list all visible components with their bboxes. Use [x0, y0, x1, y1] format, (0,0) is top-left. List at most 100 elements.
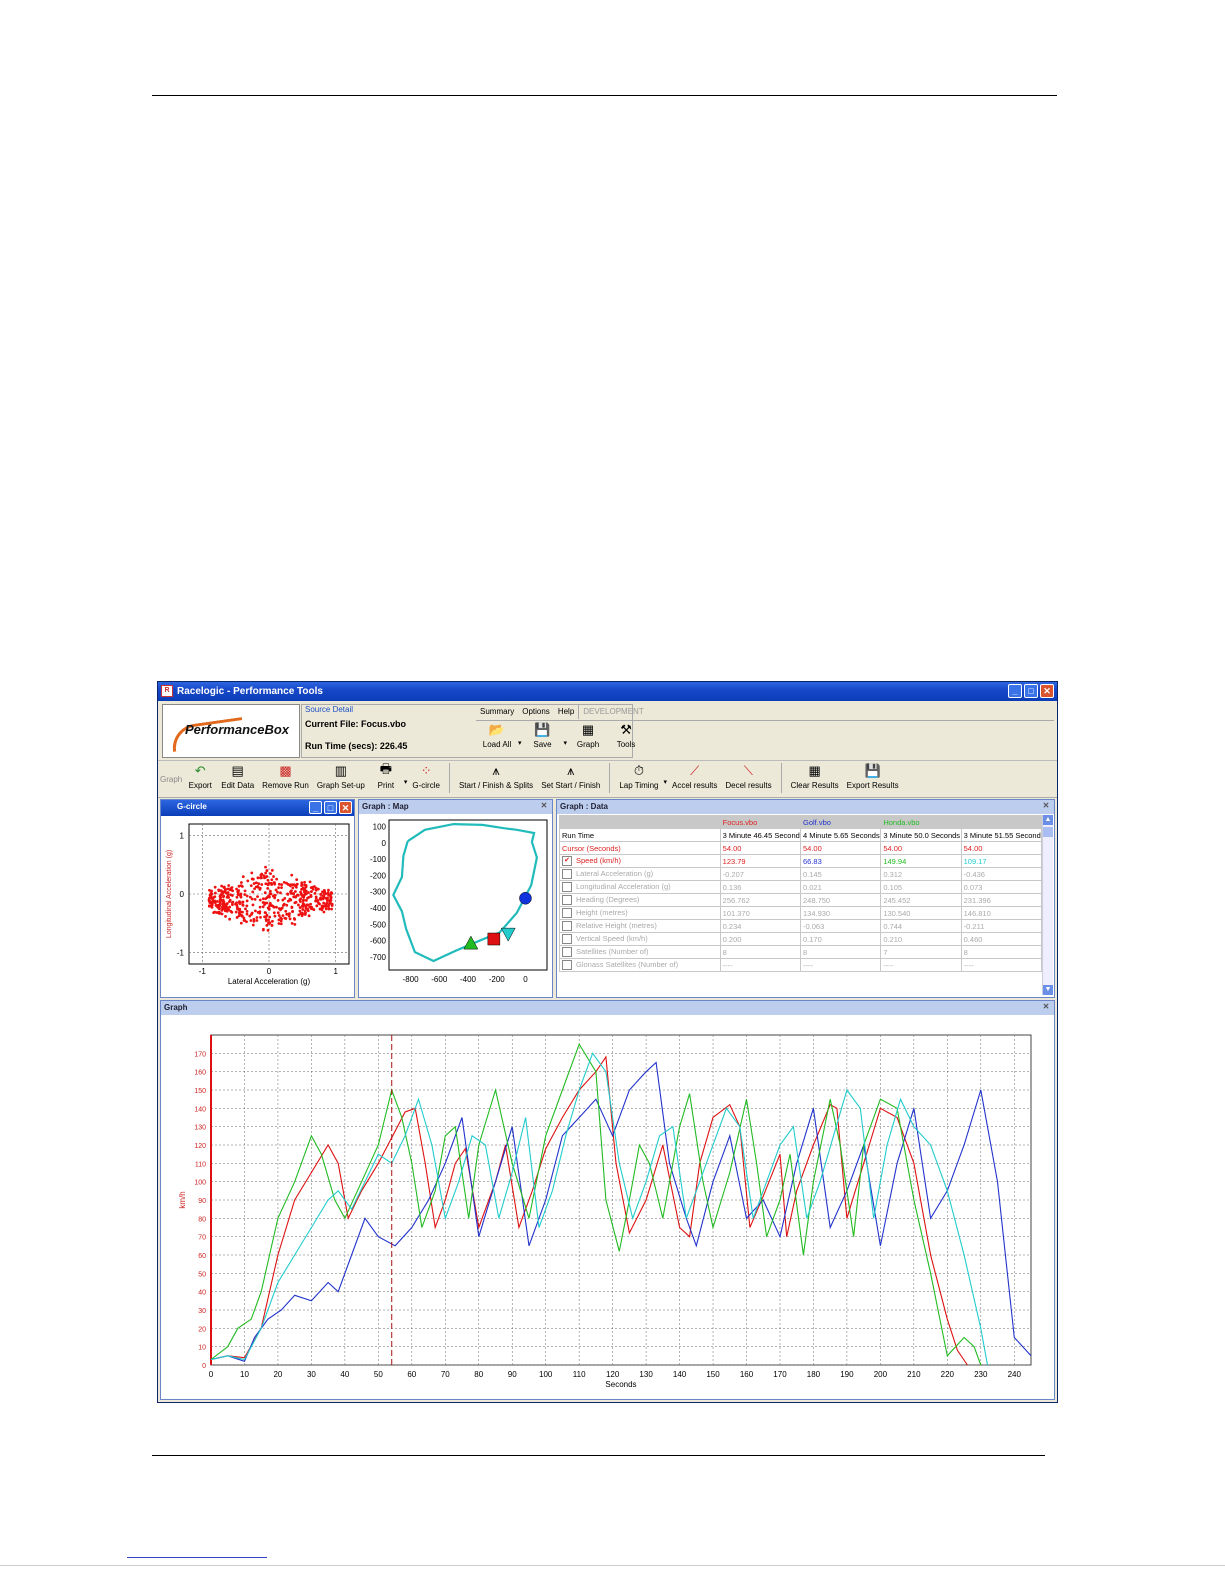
row-label[interactable]: Lateral Acceleration (g)	[559, 867, 721, 881]
data-point	[263, 903, 267, 906]
export-results-button[interactable]: 💾 Export Results	[844, 763, 902, 790]
data-point	[279, 922, 283, 926]
row-label[interactable]: Height (metres)	[559, 906, 721, 920]
close-button[interactable]: ✕	[1040, 684, 1054, 698]
row-checkbox[interactable]	[562, 895, 572, 905]
print-dropdown-icon[interactable]: ▾	[404, 778, 408, 786]
row-checkbox[interactable]: ✔	[562, 856, 572, 866]
data-point	[267, 894, 270, 898]
g-circle-close-button[interactable]: ✕	[339, 801, 352, 814]
y-tick-label: 170	[194, 1051, 206, 1058]
data-point	[221, 907, 224, 911]
row-label[interactable]: Satellites (Number of)	[559, 945, 721, 959]
save-button[interactable]: 💾 Save	[526, 722, 560, 756]
row-label-text: Vertical Speed (km/h)	[576, 933, 648, 943]
scroll-down-icon[interactable]: ▼	[1043, 985, 1053, 995]
data-point	[264, 865, 267, 869]
g-circle-maximize-button[interactable]: □	[324, 801, 337, 814]
x-tick-label: 1	[333, 967, 338, 976]
table-cell: 109.17	[960, 854, 1042, 868]
data-scrollbar[interactable]: ▲ ▼	[1042, 815, 1053, 995]
row-label[interactable]: Vertical Speed (km/h)	[559, 932, 721, 946]
row-label[interactable]: Heading (Degrees)	[559, 893, 721, 907]
data-point	[280, 906, 284, 910]
marker-circle	[519, 892, 532, 905]
row-label[interactable]: Glonass Satellites (Number of)	[559, 958, 721, 972]
data-point	[313, 891, 317, 895]
data-point	[276, 898, 280, 902]
menu-development[interactable]: DEVELOPMENT	[578, 704, 647, 719]
data-point	[315, 904, 319, 908]
data-close-icon[interactable]: ✕	[1041, 801, 1051, 811]
table-cell: 0.460	[960, 932, 1042, 946]
accel-results-button[interactable]: ⟋ Accel results	[669, 763, 720, 790]
data-point	[245, 912, 249, 916]
row-checkbox[interactable]	[562, 921, 572, 931]
table-cell: 0.200	[719, 932, 801, 946]
data-point	[208, 896, 212, 900]
data-point	[321, 906, 325, 909]
map-title: Graph : Map	[362, 802, 409, 811]
minimize-button[interactable]: _	[1008, 684, 1022, 698]
y-tick-label: 10	[198, 1345, 206, 1352]
data-point	[236, 907, 240, 911]
column-header[interactable]: Golf.vbo	[799, 815, 882, 829]
row-label[interactable]: Relative Height (metres)	[559, 919, 721, 933]
g-circle-button[interactable]: ⁘ G-circle	[409, 763, 443, 790]
save-dropdown-icon[interactable]: ▾	[564, 739, 568, 747]
speed-chart: 0 10 20 30 40 50 60 70 80 90 100 110 120 130 140 150 160…	[178, 1034, 1032, 1389]
decel-results-button[interactable]: ⟍ Decel results	[722, 763, 774, 790]
load-all-dropdown-icon[interactable]: ▾	[518, 739, 522, 747]
row-checkbox[interactable]	[562, 934, 572, 944]
menu-help[interactable]: Help	[554, 704, 578, 719]
data-point	[265, 869, 269, 872]
row-checkbox[interactable]	[562, 947, 572, 957]
scroll-thumb[interactable]	[1043, 827, 1053, 837]
lap-timing-dropdown-icon[interactable]: ▾	[663, 778, 667, 786]
remove-run-button[interactable]: ▩ Remove Run	[259, 763, 312, 790]
data-point	[329, 891, 333, 894]
row-label[interactable]: ✔ Speed (km/h)	[559, 854, 721, 868]
menu-options[interactable]: Options	[518, 704, 554, 719]
y-tick-label: 50	[198, 1271, 206, 1278]
graph-button[interactable]: ▦ Graph	[571, 722, 605, 756]
table-cell: 130.540	[880, 906, 962, 920]
data-point	[275, 877, 279, 881]
performancebox-logo: PerformanceBox	[162, 704, 300, 758]
data-point	[303, 883, 307, 887]
row-checkbox[interactable]	[562, 869, 572, 879]
map-close-icon[interactable]: ✕	[539, 801, 549, 811]
row-label[interactable]: Longitudinal Acceleration (g)	[559, 880, 721, 894]
column-header[interactable]: Honda.vbo	[880, 815, 962, 829]
row-checkbox[interactable]	[562, 960, 572, 970]
set-start-finish-button[interactable]: ⩚ Set Start / Finish	[538, 763, 603, 790]
print-button[interactable]: 🖶 Print	[370, 761, 402, 790]
data-point	[227, 896, 231, 899]
tools-button[interactable]: ⚒ Tools	[609, 722, 643, 756]
export-button[interactable]: ↶ Export	[184, 763, 216, 790]
data-point	[295, 882, 299, 886]
menu-summary[interactable]: Summary	[476, 704, 518, 719]
row-checkbox[interactable]	[562, 908, 572, 918]
data-point	[289, 883, 293, 887]
y-tick-label: 110	[195, 1161, 206, 1168]
clear-results-button[interactable]: ▦ Clear Results	[788, 763, 842, 790]
y-tick-label: 70	[198, 1235, 206, 1242]
page-bottom-rule	[0, 1565, 1225, 1566]
data-point	[212, 896, 215, 899]
graph-setup-button[interactable]: ▥ Graph Set-up	[314, 763, 368, 790]
g-circle-minimize-button[interactable]: _	[309, 801, 322, 814]
graph-close-icon[interactable]: ✕	[1041, 1002, 1051, 1012]
edit-data-button[interactable]: ▤ Edit Data	[218, 763, 257, 790]
scroll-up-icon[interactable]: ▲	[1043, 815, 1053, 825]
lap-timing-button[interactable]: ⏱ Lap Timing	[616, 763, 661, 790]
column-header[interactable]: Focus.vbo	[719, 815, 801, 829]
column-header[interactable]	[960, 815, 1042, 829]
maximize-button[interactable]: □	[1024, 684, 1038, 698]
row-checkbox[interactable]	[562, 882, 572, 892]
start-finish-splits-button[interactable]: ⩚ Start / Finish & Splits	[456, 763, 536, 790]
marker-square	[487, 932, 501, 946]
data-table: Focus.vbo Golf.vbo Honda.vbo Run Time 3 Minu…	[559, 815, 1042, 972]
load-all-button[interactable]: 📂 Load All	[480, 722, 514, 756]
table-cell: 0.073	[960, 880, 1042, 894]
